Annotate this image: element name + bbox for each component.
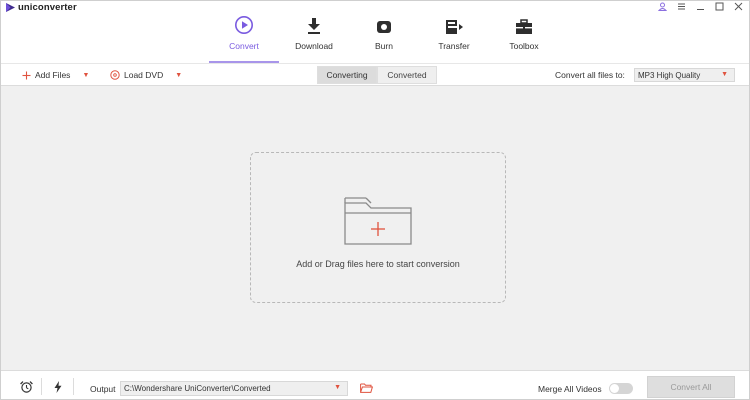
tab-converting[interactable]: Converting bbox=[317, 66, 377, 84]
nav-label: Convert bbox=[229, 41, 259, 51]
lightning-icon[interactable] bbox=[54, 381, 62, 393]
play-circle-icon bbox=[235, 16, 253, 34]
alarm-clock-icon[interactable] bbox=[20, 381, 33, 393]
maximize-icon[interactable] bbox=[714, 2, 724, 12]
nav-transfer[interactable]: Transfer bbox=[419, 13, 489, 63]
convert-all-files-label: Convert all files to: bbox=[555, 70, 625, 80]
divider bbox=[73, 378, 74, 395]
nav-toolbox[interactable]: Toolbox bbox=[489, 13, 559, 63]
chevron-down-icon[interactable]: ▼ bbox=[82, 72, 89, 79]
menu-icon[interactable] bbox=[676, 2, 686, 12]
toolbox-icon bbox=[516, 19, 532, 34]
output-format-value: MP3 High Quality bbox=[638, 70, 701, 80]
close-icon[interactable] bbox=[733, 2, 743, 12]
output-path-select[interactable]: C:\Wondershare UniConverter\Converted ▼ bbox=[120, 381, 348, 396]
nav-burn[interactable]: Burn bbox=[349, 13, 419, 63]
uniconverter-logo-icon bbox=[6, 3, 15, 12]
chevron-down-icon: ▼ bbox=[721, 71, 728, 78]
minimize-icon[interactable] bbox=[695, 2, 705, 12]
open-folder-icon[interactable] bbox=[360, 383, 373, 393]
main-nav: Convert Download Burn Transfer Toolbox bbox=[209, 13, 559, 63]
disc-icon bbox=[377, 21, 391, 33]
nav-label: Toolbox bbox=[509, 41, 539, 51]
transfer-icon bbox=[446, 20, 463, 34]
add-folder-icon bbox=[344, 197, 412, 245]
nav-label: Download bbox=[295, 41, 333, 51]
merge-all-videos-toggle[interactable] bbox=[609, 383, 633, 394]
plus-icon bbox=[22, 71, 31, 79]
nav-label: Transfer bbox=[438, 41, 470, 51]
chevron-down-icon: ▼ bbox=[334, 384, 341, 391]
merge-all-videos-label: Merge All Videos bbox=[538, 384, 602, 394]
dvd-icon bbox=[110, 70, 120, 80]
toolbar: Add Files ▼ Load DVD ▼ Converting Conver… bbox=[1, 63, 749, 86]
load-dvd-button[interactable]: Load DVD ▼ bbox=[110, 68, 182, 82]
tab-converted[interactable]: Converted bbox=[377, 66, 437, 84]
app-title: uniconverter bbox=[18, 2, 77, 13]
output-label: Output bbox=[90, 384, 116, 394]
nav-download[interactable]: Download bbox=[279, 13, 349, 63]
drop-zone[interactable]: Add or Drag files here to start conversi… bbox=[250, 152, 506, 303]
output-format-select[interactable]: MP3 High Quality ▼ bbox=[634, 68, 735, 82]
top-bar: uniconverter Convert Download Burn Trans… bbox=[1, 1, 749, 63]
drop-zone-text: Add or Drag files here to start conversi… bbox=[296, 259, 460, 269]
app-window: uniconverter Convert Download Burn Trans… bbox=[0, 0, 750, 400]
convert-all-button[interactable]: Convert All bbox=[647, 376, 735, 398]
chevron-down-icon[interactable]: ▼ bbox=[175, 72, 182, 79]
nav-convert[interactable]: Convert bbox=[209, 13, 279, 63]
add-files-label: Add Files bbox=[35, 70, 71, 80]
conversion-tabs: Converting Converted bbox=[317, 66, 437, 84]
account-icon[interactable] bbox=[657, 2, 667, 12]
toggle-knob bbox=[610, 384, 619, 393]
window-controls bbox=[657, 1, 743, 12]
bottom-bar: Output C:\Wondershare UniConverter\Conve… bbox=[1, 370, 749, 399]
output-path-value: C:\Wondershare UniConverter\Converted bbox=[124, 384, 271, 393]
divider bbox=[41, 378, 42, 395]
nav-label: Burn bbox=[375, 41, 393, 51]
download-icon bbox=[308, 18, 320, 34]
add-files-button[interactable]: Add Files ▼ bbox=[22, 68, 89, 82]
app-logo: uniconverter bbox=[6, 2, 77, 13]
load-dvd-label: Load DVD bbox=[124, 70, 164, 80]
